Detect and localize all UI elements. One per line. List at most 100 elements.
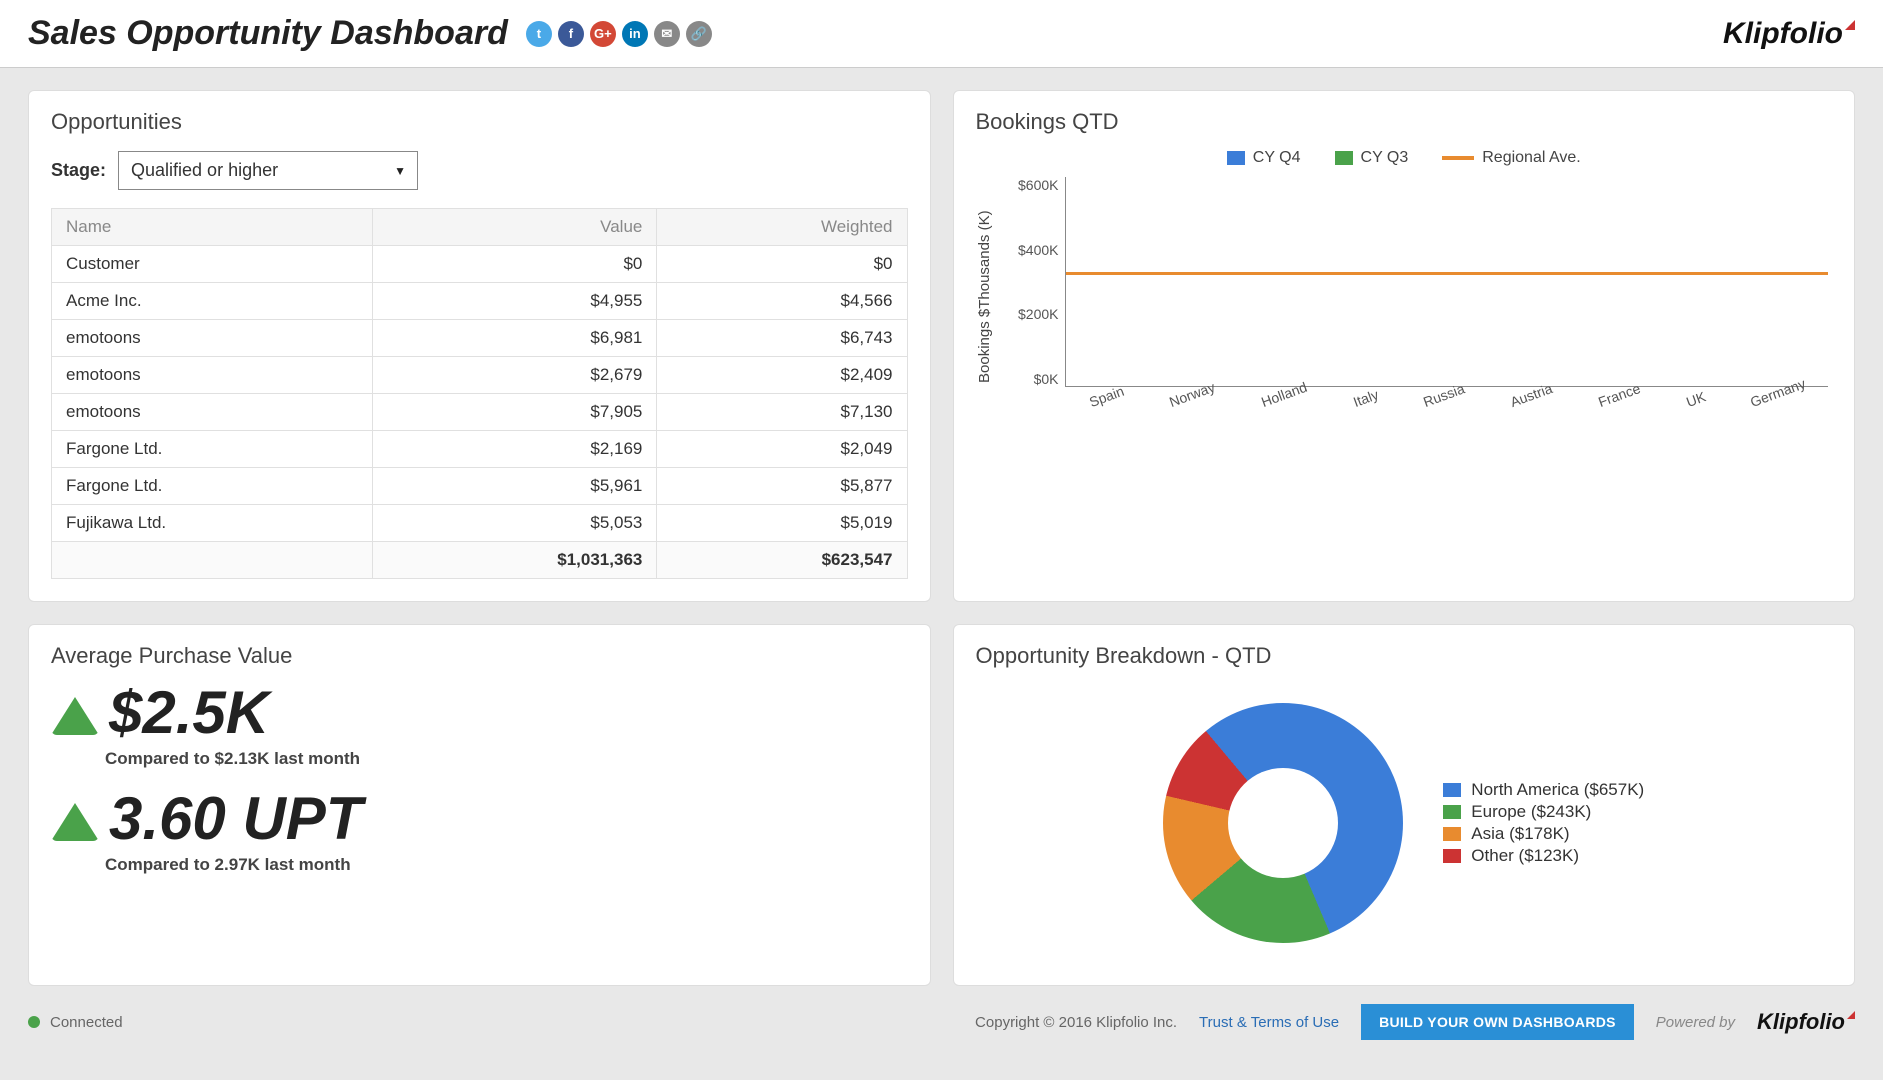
legend-item: Asia ($178K) — [1443, 824, 1644, 844]
breakdown-title: Opportunity Breakdown - QTD — [976, 643, 1833, 669]
cell-name: Customer — [52, 246, 373, 283]
cell-name: emotoons — [52, 394, 373, 431]
legend-regave: Regional Ave. — [1482, 149, 1580, 167]
y-axis-label: Bookings $Thousands (K) — [976, 177, 993, 417]
bookings-legend: CY Q4 CY Q3 Regional Ave. — [976, 149, 1833, 167]
cell-weighted: $4,566 — [657, 283, 907, 320]
table-row: Fargone Ltd.$5,961$5,877 — [52, 468, 908, 505]
legend-label: Europe ($243K) — [1471, 802, 1591, 822]
footer: Connected Copyright © 2016 Klipfolio Inc… — [0, 986, 1883, 1054]
googleplus-icon[interactable]: G+ — [590, 21, 616, 47]
ytick: $0K — [1034, 371, 1059, 387]
cell-value: $0 — [373, 246, 657, 283]
bookings-title: Bookings QTD — [976, 109, 1833, 135]
x-tick-label: Italy — [1351, 386, 1383, 415]
cell-weighted: $7,130 — [657, 394, 907, 431]
col-name: Name — [52, 209, 373, 246]
build-dashboards-button[interactable]: BUILD YOUR OWN DASHBOARDS — [1361, 1004, 1634, 1040]
connection-status: Connected — [50, 1014, 123, 1031]
cell-value: $5,053 — [373, 505, 657, 542]
stage-label: Stage: — [51, 160, 106, 181]
cell-weighted: $5,019 — [657, 505, 907, 542]
opportunities-panel: Opportunities Stage: Qualified or higher… — [28, 90, 931, 602]
cell-name: Fargone Ltd. — [52, 468, 373, 505]
top-bar: Sales Opportunity Dashboard t f G+ in ✉ … — [0, 0, 1883, 68]
table-row: Acme Inc.$4,955$4,566 — [52, 283, 908, 320]
cell-value: $5,961 — [373, 468, 657, 505]
legend-label: Asia ($178K) — [1471, 824, 1569, 844]
legend-swatch-icon — [1443, 805, 1461, 819]
link-icon[interactable]: 🔗 — [686, 21, 712, 47]
cell-name: emotoons — [52, 357, 373, 394]
kpi-sub-2: Compared to 2.97K last month — [105, 855, 908, 875]
cell-name: emotoons — [52, 320, 373, 357]
table-row: Customer$0$0 — [52, 246, 908, 283]
cell-weighted: $2,049 — [657, 431, 907, 468]
legend-swatch-icon — [1443, 783, 1461, 797]
cell-weighted: $5,877 — [657, 468, 907, 505]
legend-cyq3: CY Q3 — [1361, 149, 1409, 167]
twitter-icon[interactable]: t — [526, 21, 552, 47]
status-dot-icon — [28, 1016, 40, 1028]
copyright-text: Copyright © 2016 Klipfolio Inc. — [975, 1014, 1177, 1031]
avg-purchase-title: Average Purchase Value — [51, 643, 908, 669]
kpi-value-2: 3.60 UPT — [109, 789, 362, 849]
page-title: Sales Opportunity Dashboard — [28, 14, 508, 53]
legend-swatch-icon — [1443, 849, 1461, 863]
col-weighted: Weighted — [657, 209, 907, 246]
col-value: Value — [373, 209, 657, 246]
table-row: Fargone Ltd.$2,169$2,049 — [52, 431, 908, 468]
stage-select[interactable]: Qualified or higher — [118, 151, 418, 190]
terms-link[interactable]: Trust & Terms of Use — [1199, 1014, 1339, 1031]
legend-cyq4: CY Q4 — [1253, 149, 1301, 167]
x-tick-label: Spain — [1087, 383, 1128, 416]
facebook-icon[interactable]: f — [558, 21, 584, 47]
social-icons: t f G+ in ✉ 🔗 — [526, 21, 712, 47]
opportunities-title: Opportunities — [51, 109, 908, 135]
kpi-value-1: $2.5K — [109, 683, 269, 743]
cell-value: $6,981 — [373, 320, 657, 357]
mail-icon[interactable]: ✉ — [654, 21, 680, 47]
cell-name: Fargone Ltd. — [52, 431, 373, 468]
ytick: $600K — [1018, 177, 1058, 193]
cell-value: $2,169 — [373, 431, 657, 468]
brand-logo: Klipfolio — [1723, 17, 1855, 51]
regional-average-line — [1066, 272, 1829, 275]
breakdown-panel: Opportunity Breakdown - QTD North Americ… — [953, 624, 1856, 986]
trend-up-icon — [51, 803, 99, 841]
legend-item: North America ($657K) — [1443, 780, 1644, 800]
avg-purchase-panel: Average Purchase Value $2.5K Compared to… — [28, 624, 931, 986]
linkedin-icon[interactable]: in — [622, 21, 648, 47]
donut-chart — [1163, 703, 1403, 943]
table-row: Fujikawa Ltd.$5,053$5,019 — [52, 505, 908, 542]
bookings-panel: Bookings QTD CY Q4 CY Q3 Regional Ave. B… — [953, 90, 1856, 602]
footer-brand-logo: Klipfolio — [1757, 1009, 1855, 1035]
total-weighted: $623,547 — [657, 542, 907, 579]
cell-value: $2,679 — [373, 357, 657, 394]
breakdown-legend: North America ($657K)Europe ($243K)Asia … — [1443, 778, 1644, 868]
ytick: $400K — [1018, 242, 1058, 258]
kpi-sub-1: Compared to $2.13K last month — [105, 749, 908, 769]
powered-by-text: Powered by — [1656, 1014, 1735, 1031]
cell-name: Fujikawa Ltd. — [52, 505, 373, 542]
legend-label: North America ($657K) — [1471, 780, 1644, 800]
opportunities-table: Name Value Weighted Customer$0$0Acme Inc… — [51, 208, 908, 579]
legend-swatch-icon — [1443, 827, 1461, 841]
cell-weighted: $2,409 — [657, 357, 907, 394]
legend-item: Other ($123K) — [1443, 846, 1644, 866]
bookings-chart: Bookings $Thousands (K) $600K $400K $200… — [976, 177, 1833, 417]
table-row: emotoons$2,679$2,409 — [52, 357, 908, 394]
legend-label: Other ($123K) — [1471, 846, 1579, 866]
cell-name: Acme Inc. — [52, 283, 373, 320]
table-row: emotoons$7,905$7,130 — [52, 394, 908, 431]
cell-value: $4,955 — [373, 283, 657, 320]
total-value: $1,031,363 — [373, 542, 657, 579]
cell-value: $7,905 — [373, 394, 657, 431]
cell-weighted: $6,743 — [657, 320, 907, 357]
table-row: emotoons$6,981$6,743 — [52, 320, 908, 357]
cell-weighted: $0 — [657, 246, 907, 283]
ytick: $200K — [1018, 306, 1058, 322]
trend-up-icon — [51, 697, 99, 735]
legend-item: Europe ($243K) — [1443, 802, 1644, 822]
x-tick-label: UK — [1684, 388, 1710, 415]
